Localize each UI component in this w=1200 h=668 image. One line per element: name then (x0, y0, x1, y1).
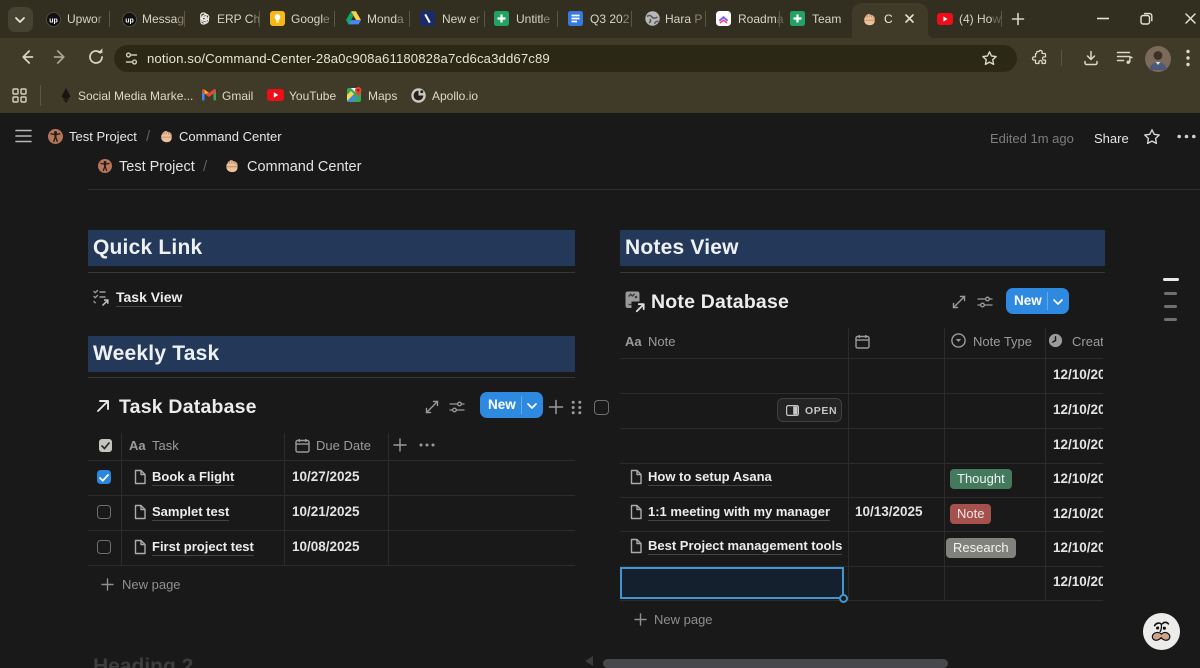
svg-text:up: up (125, 17, 134, 24)
svg-text:up: up (49, 17, 58, 24)
